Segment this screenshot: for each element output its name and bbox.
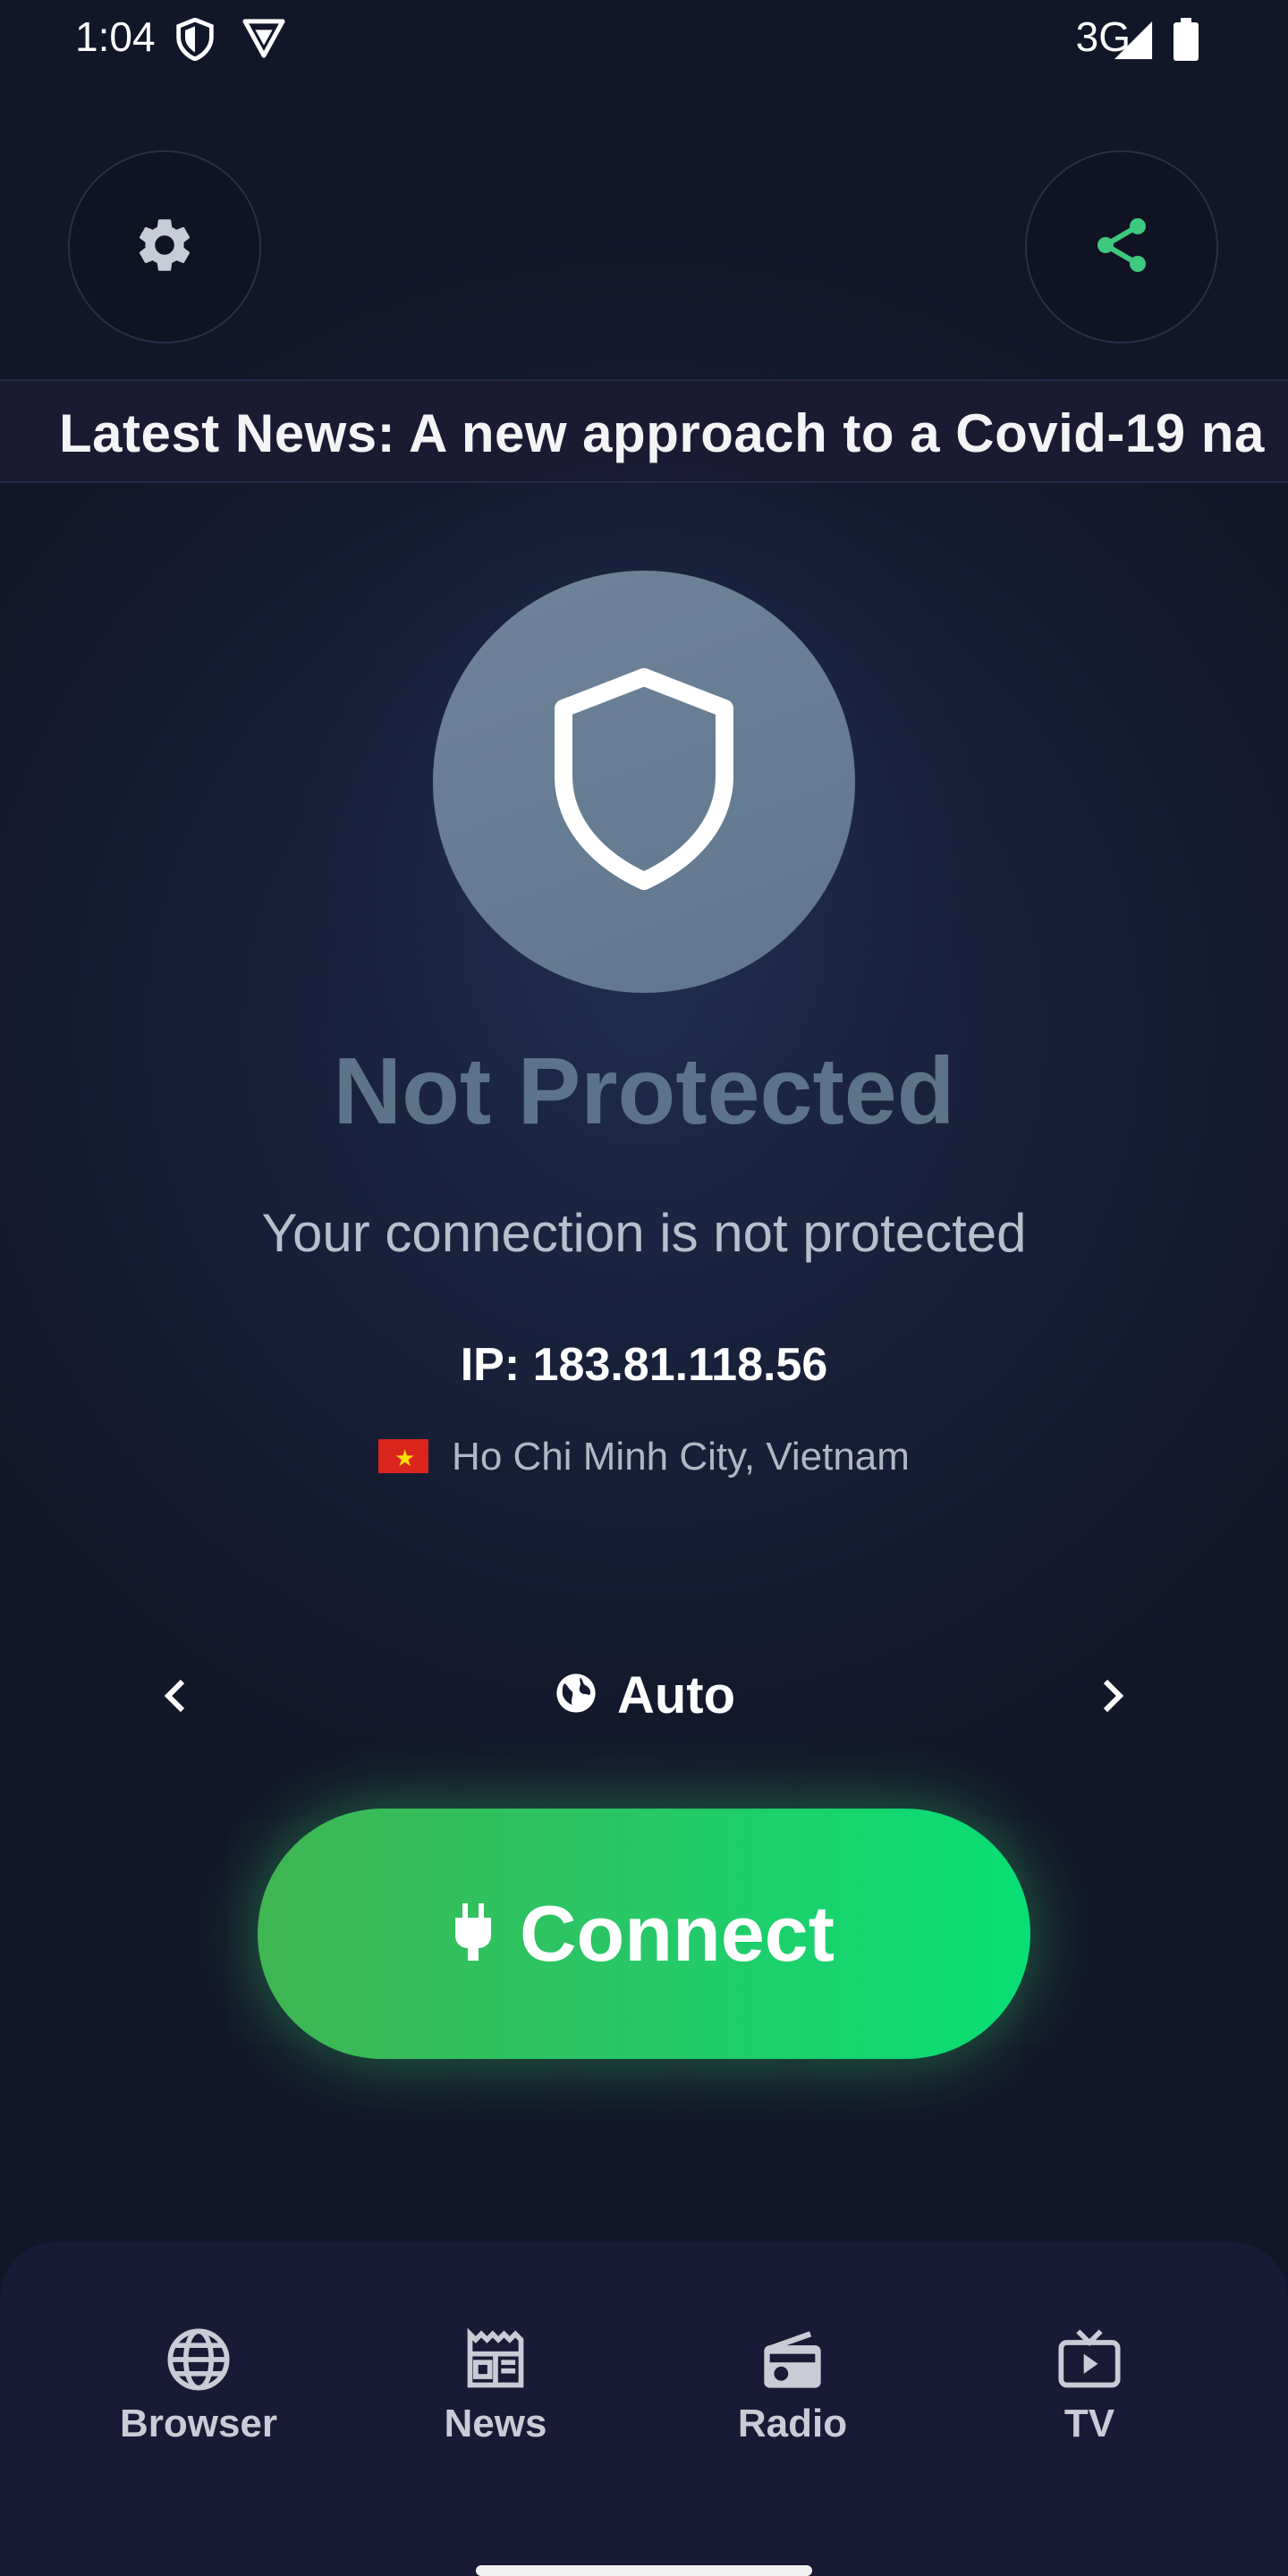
radio-icon xyxy=(758,2331,826,2397)
nav-radio[interactable]: Radio xyxy=(685,2326,900,2446)
connect-label: Connect xyxy=(520,1889,835,1978)
next-server-button[interactable] xyxy=(1098,1671,1127,1733)
share-button[interactable] xyxy=(1025,150,1218,343)
plug-icon xyxy=(453,1902,493,1965)
vpn-key-status-icon xyxy=(242,18,286,64)
settings-button[interactable] xyxy=(68,150,261,343)
share-icon xyxy=(1089,213,1154,282)
protection-toggle[interactable] xyxy=(433,571,855,993)
gear-icon xyxy=(132,213,197,282)
battery-icon xyxy=(1174,18,1199,65)
nav-browser[interactable]: Browser xyxy=(91,2326,306,2446)
globe-icon xyxy=(553,1670,599,1721)
ip-address: IP: 183.81.118.56 xyxy=(460,1339,828,1391)
vpn-shield-status-icon xyxy=(175,17,215,65)
globe-icon xyxy=(165,2328,233,2397)
nav-browser-label: Browser xyxy=(119,2402,278,2445)
location-text: Ho Chi Minh City, Vietnam xyxy=(452,1435,910,1479)
server-selector[interactable]: Auto xyxy=(0,1665,1288,1725)
nav-tv-label: TV xyxy=(1063,2402,1115,2445)
status-time: 1:04 xyxy=(75,13,156,60)
nav-radio-label: Radio xyxy=(737,2402,848,2445)
nav-news[interactable]: News xyxy=(388,2326,603,2446)
nav-news-label: News xyxy=(444,2402,547,2445)
status-bar: 1:04 3G xyxy=(0,0,1288,80)
location: ★ Ho Chi Minh City, Vietnam xyxy=(0,1435,1288,1479)
tv-icon xyxy=(1055,2329,1123,2397)
nav-tv[interactable]: TV xyxy=(982,2326,1197,2446)
signal-icon xyxy=(1113,20,1154,65)
protection-status-title: Not Protected xyxy=(333,1038,955,1144)
vietnam-flag-icon: ★ xyxy=(378,1439,429,1473)
connect-button[interactable]: Connect xyxy=(258,1809,1030,2059)
shield-icon xyxy=(550,667,738,896)
home-indicator[interactable] xyxy=(476,2565,812,2576)
newspaper-icon xyxy=(462,2327,530,2397)
server-label: Auto xyxy=(616,1666,736,1724)
protection-status-subtitle: Your connection is not protected xyxy=(261,1203,1027,1263)
